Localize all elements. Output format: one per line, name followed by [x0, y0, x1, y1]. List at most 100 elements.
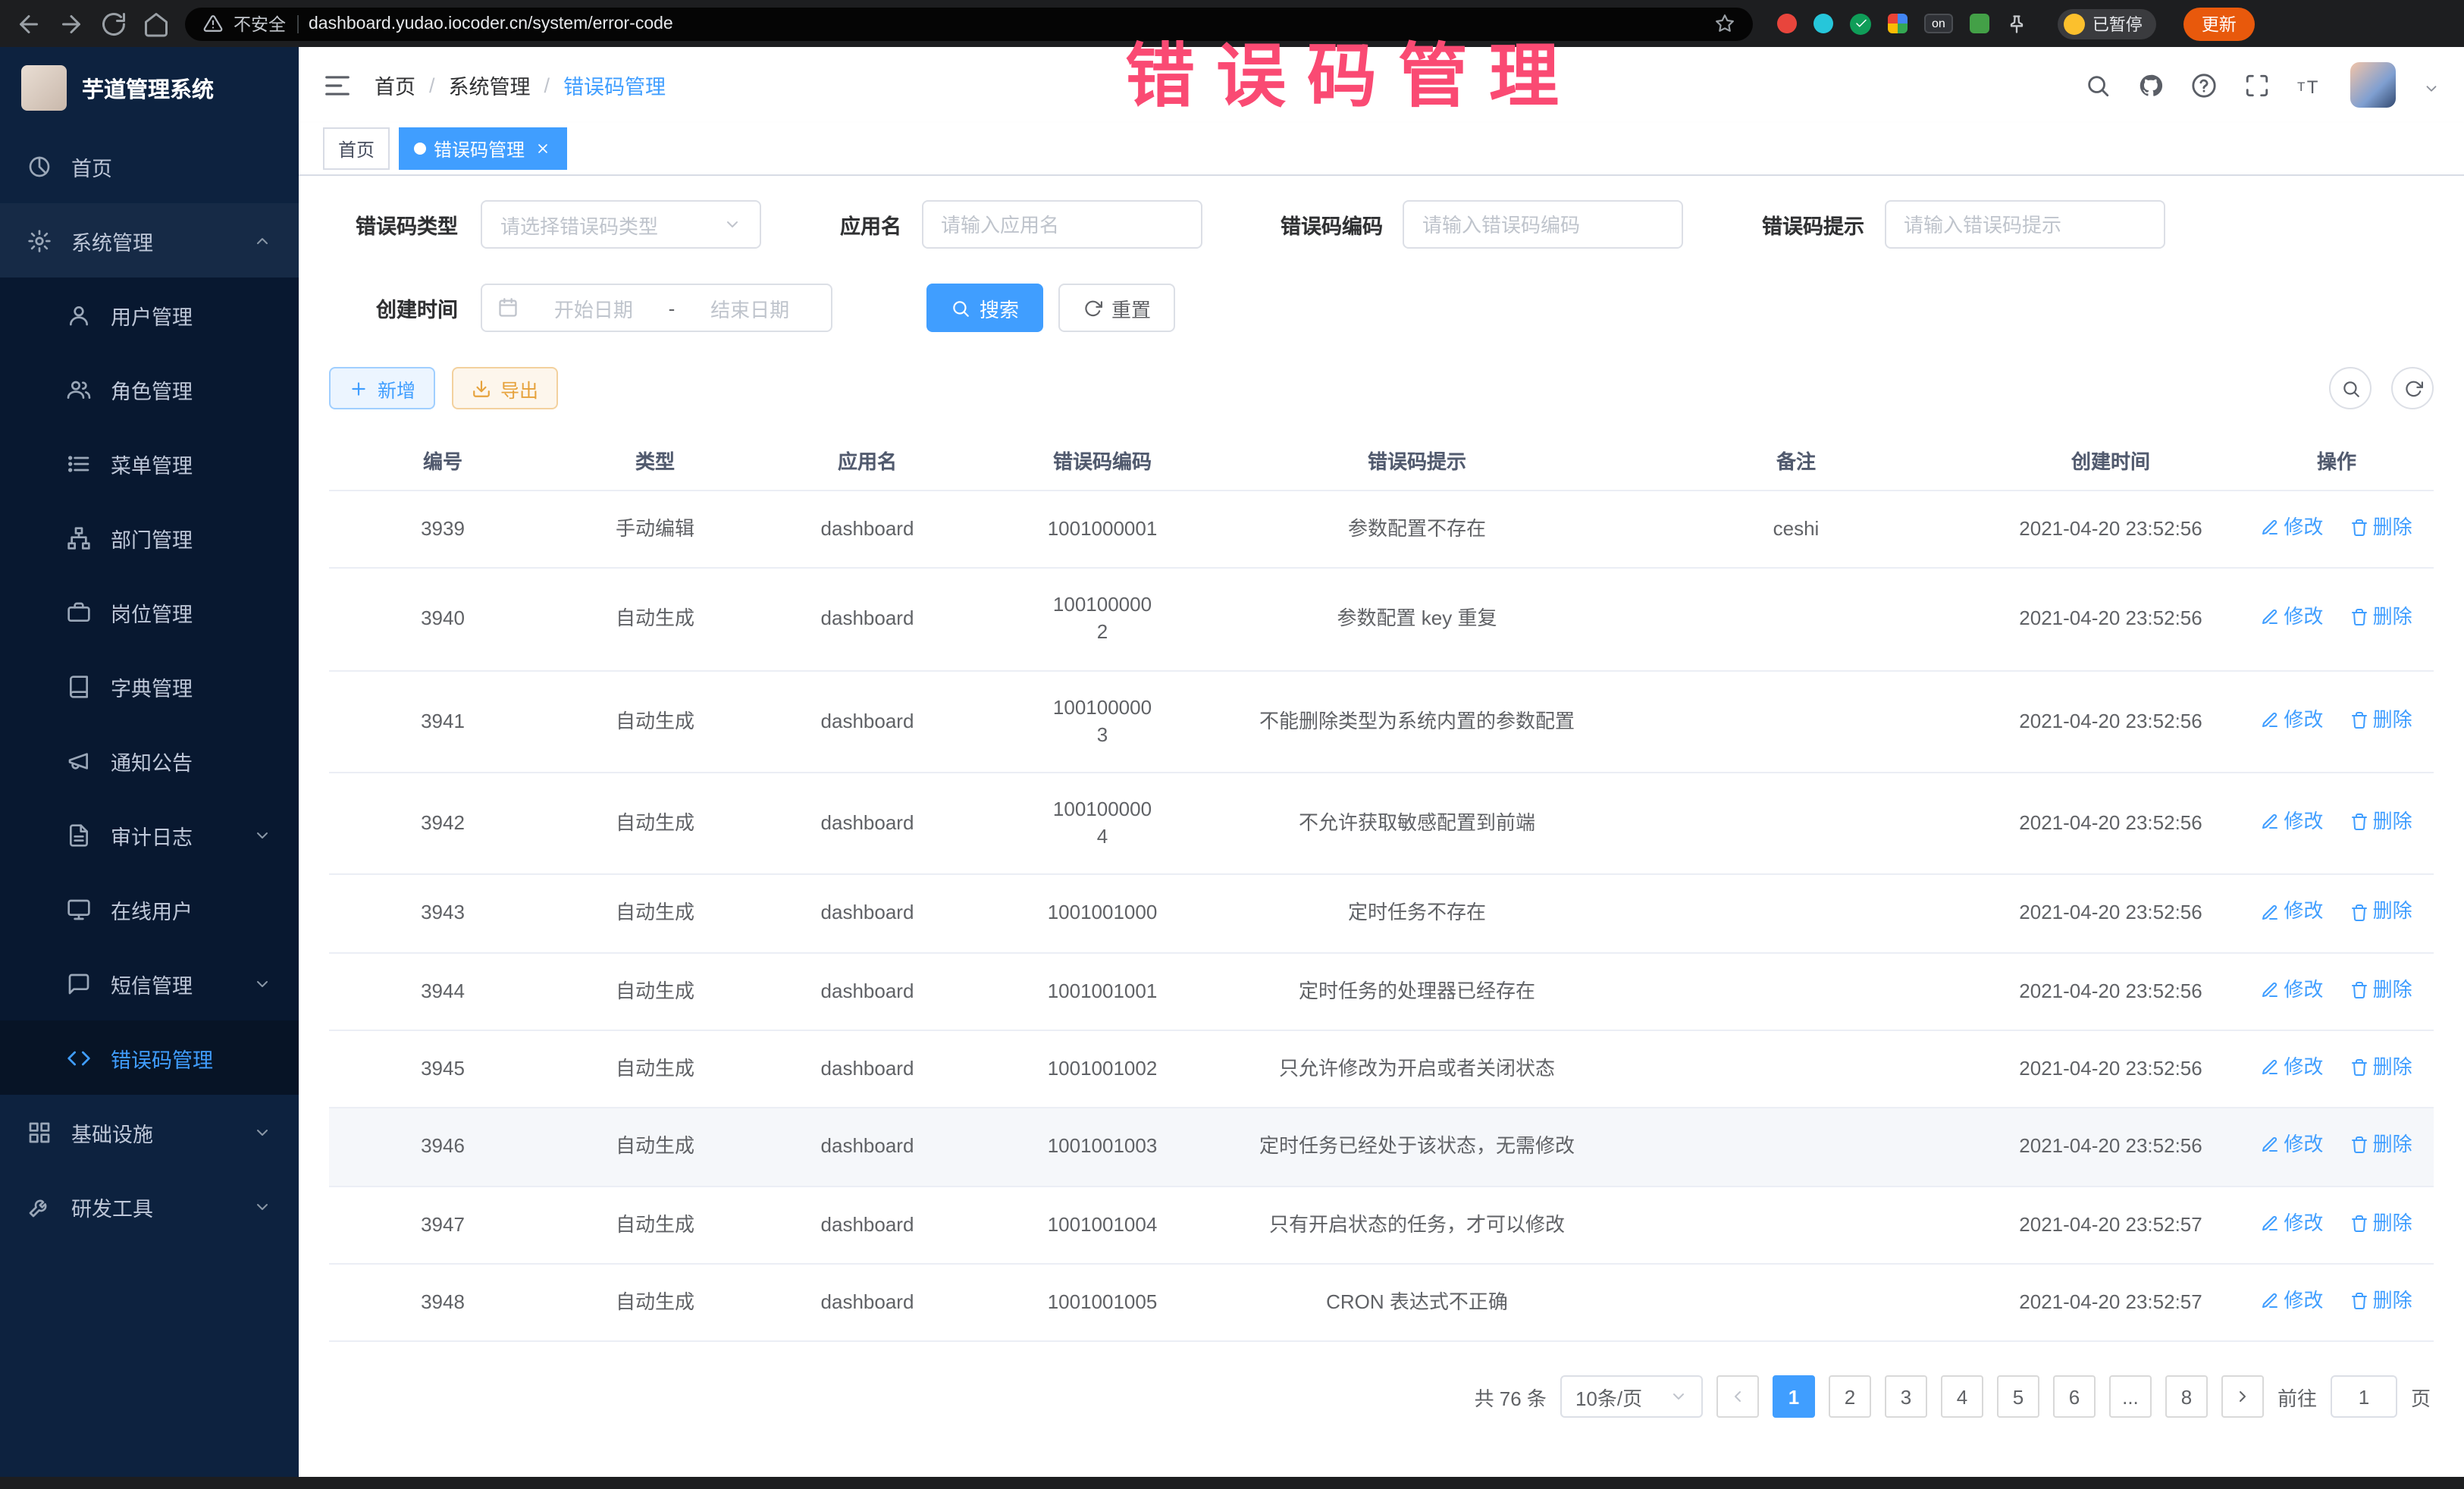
view-tab[interactable]: 首页 — [323, 127, 390, 170]
extension-green-check-icon[interactable] — [1850, 13, 1871, 34]
menu-label: 用户管理 — [111, 299, 193, 330]
help-icon[interactable] — [2191, 72, 2217, 98]
sidebar-item-system[interactable]: 系统管理 — [0, 203, 299, 277]
edit-link[interactable]: 修改 — [2261, 976, 2323, 1003]
app-logo[interactable]: 芋道管理系统 — [0, 47, 299, 129]
delete-link[interactable]: 删除 — [2350, 514, 2412, 541]
breadcrumb-system[interactable]: 系统管理 — [449, 70, 531, 100]
page-size-select[interactable]: 10条/页 — [1560, 1375, 1703, 1418]
chevron-down-icon[interactable] — [2423, 77, 2440, 93]
refresh-table-button[interactable] — [2391, 367, 2434, 409]
delete-link[interactable]: 删除 — [2350, 1054, 2412, 1081]
chevron-down-icon — [253, 1123, 271, 1141]
page-button-active[interactable]: 1 — [1773, 1375, 1815, 1418]
delete-link[interactable]: 删除 — [2350, 976, 2412, 1003]
filter-row-2: 创建时间 开始日期 - 结束日期 搜索 重置 — [329, 284, 2434, 332]
page-button[interactable]: 5 — [1997, 1375, 2039, 1418]
sidebar-item-devtools[interactable]: 研发工具 — [0, 1169, 299, 1243]
edit-link[interactable]: 修改 — [2261, 1209, 2323, 1237]
sidebar-item-online[interactable]: 在线用户 — [0, 872, 299, 946]
reload-icon[interactable] — [100, 10, 127, 37]
edit-link[interactable]: 修改 — [2261, 1287, 2323, 1315]
edit-link[interactable]: 修改 — [2261, 604, 2323, 632]
edit-link[interactable]: 修改 — [2261, 898, 2323, 926]
cell-id: 3944 — [329, 952, 556, 1030]
menu-label: 角色管理 — [111, 374, 193, 404]
breadcrumb-home[interactable]: 首页 — [375, 70, 415, 100]
type-select[interactable]: 请选择错误码类型 — [481, 200, 761, 249]
view-tab[interactable]: 错误码管理 — [399, 127, 567, 170]
cell-code: 1001001000 — [981, 875, 1224, 953]
hamburger-icon[interactable] — [323, 71, 352, 99]
bookmark-star-icon[interactable] — [1715, 14, 1735, 33]
goto-page-input[interactable] — [2331, 1375, 2397, 1418]
delete-link[interactable]: 删除 — [2350, 1132, 2412, 1159]
back-icon[interactable] — [15, 10, 42, 37]
delete-link[interactable]: 删除 — [2350, 604, 2412, 632]
document-icon — [67, 823, 91, 847]
date-range-picker[interactable]: 开始日期 - 结束日期 — [481, 284, 832, 332]
sidebar-item-sms[interactable]: 短信管理 — [0, 946, 299, 1020]
sidebar-item-audit[interactable]: 审计日志 — [0, 798, 299, 872]
prev-page-button[interactable] — [1716, 1375, 1759, 1418]
delete-link[interactable]: 删除 — [2350, 706, 2412, 733]
page-ellipsis[interactable]: ... — [2109, 1375, 2152, 1418]
edit-link[interactable]: 修改 — [2261, 1054, 2323, 1081]
chevron-right-icon — [2234, 1387, 2252, 1406]
delete-link[interactable]: 删除 — [2350, 1209, 2412, 1237]
delete-link[interactable]: 删除 — [2350, 898, 2412, 926]
font-size-icon[interactable]: TT — [2297, 72, 2323, 98]
edit-link[interactable]: 修改 — [2261, 1132, 2323, 1159]
page-button[interactable]: 3 — [1885, 1375, 1927, 1418]
sidebar-item-infra[interactable]: 基础设施 — [0, 1095, 299, 1169]
code-input[interactable] — [1403, 200, 1683, 249]
users-icon — [67, 377, 91, 401]
filter-app: 应用名 — [840, 200, 1202, 249]
extensions-pin-icon[interactable] — [2006, 13, 2027, 34]
sidebar-item-notice[interactable]: 通知公告 — [0, 723, 299, 798]
table-body: 3939 手动编辑 dashboard 1001000001 参数配置不存在 c… — [329, 491, 2434, 1341]
profile-paused-badge[interactable]: 已暂停 — [2058, 8, 2156, 39]
home-icon[interactable] — [143, 10, 170, 37]
extension-teal-icon[interactable] — [1814, 14, 1833, 33]
page-button[interactable]: 4 — [1941, 1375, 1983, 1418]
extension-grid-icon[interactable] — [1888, 14, 1908, 33]
edit-link[interactable]: 修改 — [2261, 706, 2323, 733]
sidebar-item-dict[interactable]: 字典管理 — [0, 649, 299, 723]
next-page-button[interactable] — [2221, 1375, 2264, 1418]
fullscreen-icon[interactable] — [2244, 72, 2270, 98]
sidebar-item-dept[interactable]: 部门管理 — [0, 500, 299, 575]
sidebar-item-home[interactable]: 首页 — [0, 129, 299, 203]
cell-type: 自动生成 — [556, 1264, 754, 1342]
app-input[interactable] — [921, 200, 1202, 249]
sidebar-item-errorcode[interactable]: 错误码管理 — [0, 1020, 299, 1095]
edit-link[interactable]: 修改 — [2261, 514, 2323, 541]
message-input[interactable] — [1884, 200, 2165, 249]
sidebar-item-menu[interactable]: 菜单管理 — [0, 426, 299, 500]
sidebar-item-post[interactable]: 岗位管理 — [0, 575, 299, 649]
add-button[interactable]: 新增 — [329, 367, 435, 409]
page-button[interactable]: 6 — [2053, 1375, 2096, 1418]
cell-id: 3946 — [329, 1108, 556, 1186]
sidebar-item-user[interactable]: 用户管理 — [0, 277, 299, 352]
edit-link[interactable]: 修改 — [2261, 808, 2323, 835]
toggle-search-button[interactable] — [2329, 367, 2372, 409]
search-icon[interactable] — [2085, 72, 2111, 98]
extension-red-icon[interactable] — [1777, 14, 1797, 33]
close-icon[interactable] — [532, 139, 552, 158]
extension-leaf-icon[interactable] — [1970, 14, 1989, 33]
github-icon[interactable] — [2138, 72, 2164, 98]
table-row: 3943 自动生成 dashboard 1001001000 定时任务不存在 2… — [329, 875, 2434, 953]
browser-update-button[interactable]: 更新 — [2183, 7, 2255, 40]
delete-link[interactable]: 删除 — [2350, 1287, 2412, 1315]
delete-link[interactable]: 删除 — [2350, 808, 2412, 835]
user-avatar[interactable] — [2350, 62, 2396, 108]
sidebar-item-role[interactable]: 角色管理 — [0, 352, 299, 426]
forward-icon[interactable] — [58, 10, 85, 37]
search-button[interactable]: 搜索 — [926, 284, 1043, 332]
page-button[interactable]: 2 — [1829, 1375, 1871, 1418]
export-button[interactable]: 导出 — [452, 367, 558, 409]
page-button[interactable]: 8 — [2165, 1375, 2208, 1418]
extension-on-badge[interactable]: on — [1924, 13, 1953, 33]
reset-button[interactable]: 重置 — [1058, 284, 1175, 332]
